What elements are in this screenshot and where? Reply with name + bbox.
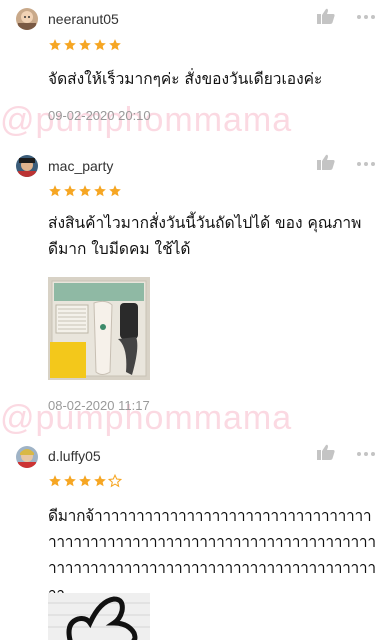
star-filled-icon — [49, 39, 61, 51]
more-dots-icon[interactable] — [356, 451, 376, 457]
review-comment: ส่งสินค้าไวมากสั่งวันนี้วันถัดไปได้ ของ … — [48, 214, 362, 258]
star-filled-icon — [79, 185, 91, 197]
star-filled-icon — [49, 185, 61, 197]
star-filled-icon — [94, 39, 106, 51]
review-comment: จัดส่งให้เร็วมากๆค่ะ สั่งของวันเดียวเองค… — [48, 70, 323, 88]
thumbs-up-icon[interactable] — [317, 154, 335, 170]
review-photo[interactable] — [48, 593, 150, 640]
rating-stars — [48, 38, 122, 52]
review-timestamp: 09-02-2020 20:10 — [48, 108, 151, 123]
star-filled-icon — [79, 475, 91, 487]
star-empty-icon — [108, 474, 122, 488]
star-filled-icon — [109, 185, 121, 197]
thumbs-up-icon[interactable] — [317, 444, 335, 460]
review-username[interactable]: mac_party — [48, 158, 113, 174]
star-filled-icon — [109, 39, 121, 51]
rating-stars — [48, 184, 122, 198]
review-timestamp: 08-02-2020 11:17 — [48, 398, 150, 413]
star-filled-icon — [79, 39, 91, 51]
review-comment: ดีมากจ้าาาาาาาาาาาาาาาาาาาาาาาาาาาาาาาาา… — [48, 507, 376, 603]
avatar[interactable] — [16, 446, 38, 468]
review-photo[interactable] — [48, 277, 150, 380]
rating-stars — [48, 474, 122, 488]
avatar[interactable] — [16, 8, 38, 30]
more-dots-icon[interactable] — [356, 161, 376, 167]
star-filled-icon — [94, 475, 106, 487]
star-filled-icon — [64, 185, 76, 197]
review-username[interactable]: neeranut05 — [48, 11, 119, 27]
thumbs-up-icon[interactable] — [317, 8, 335, 24]
star-filled-icon — [94, 185, 106, 197]
star-filled-icon — [49, 475, 61, 487]
star-filled-icon — [64, 475, 76, 487]
review-username[interactable]: d.luffy05 — [48, 448, 101, 464]
star-filled-icon — [64, 39, 76, 51]
avatar[interactable] — [16, 155, 38, 177]
more-dots-icon[interactable] — [356, 14, 376, 20]
